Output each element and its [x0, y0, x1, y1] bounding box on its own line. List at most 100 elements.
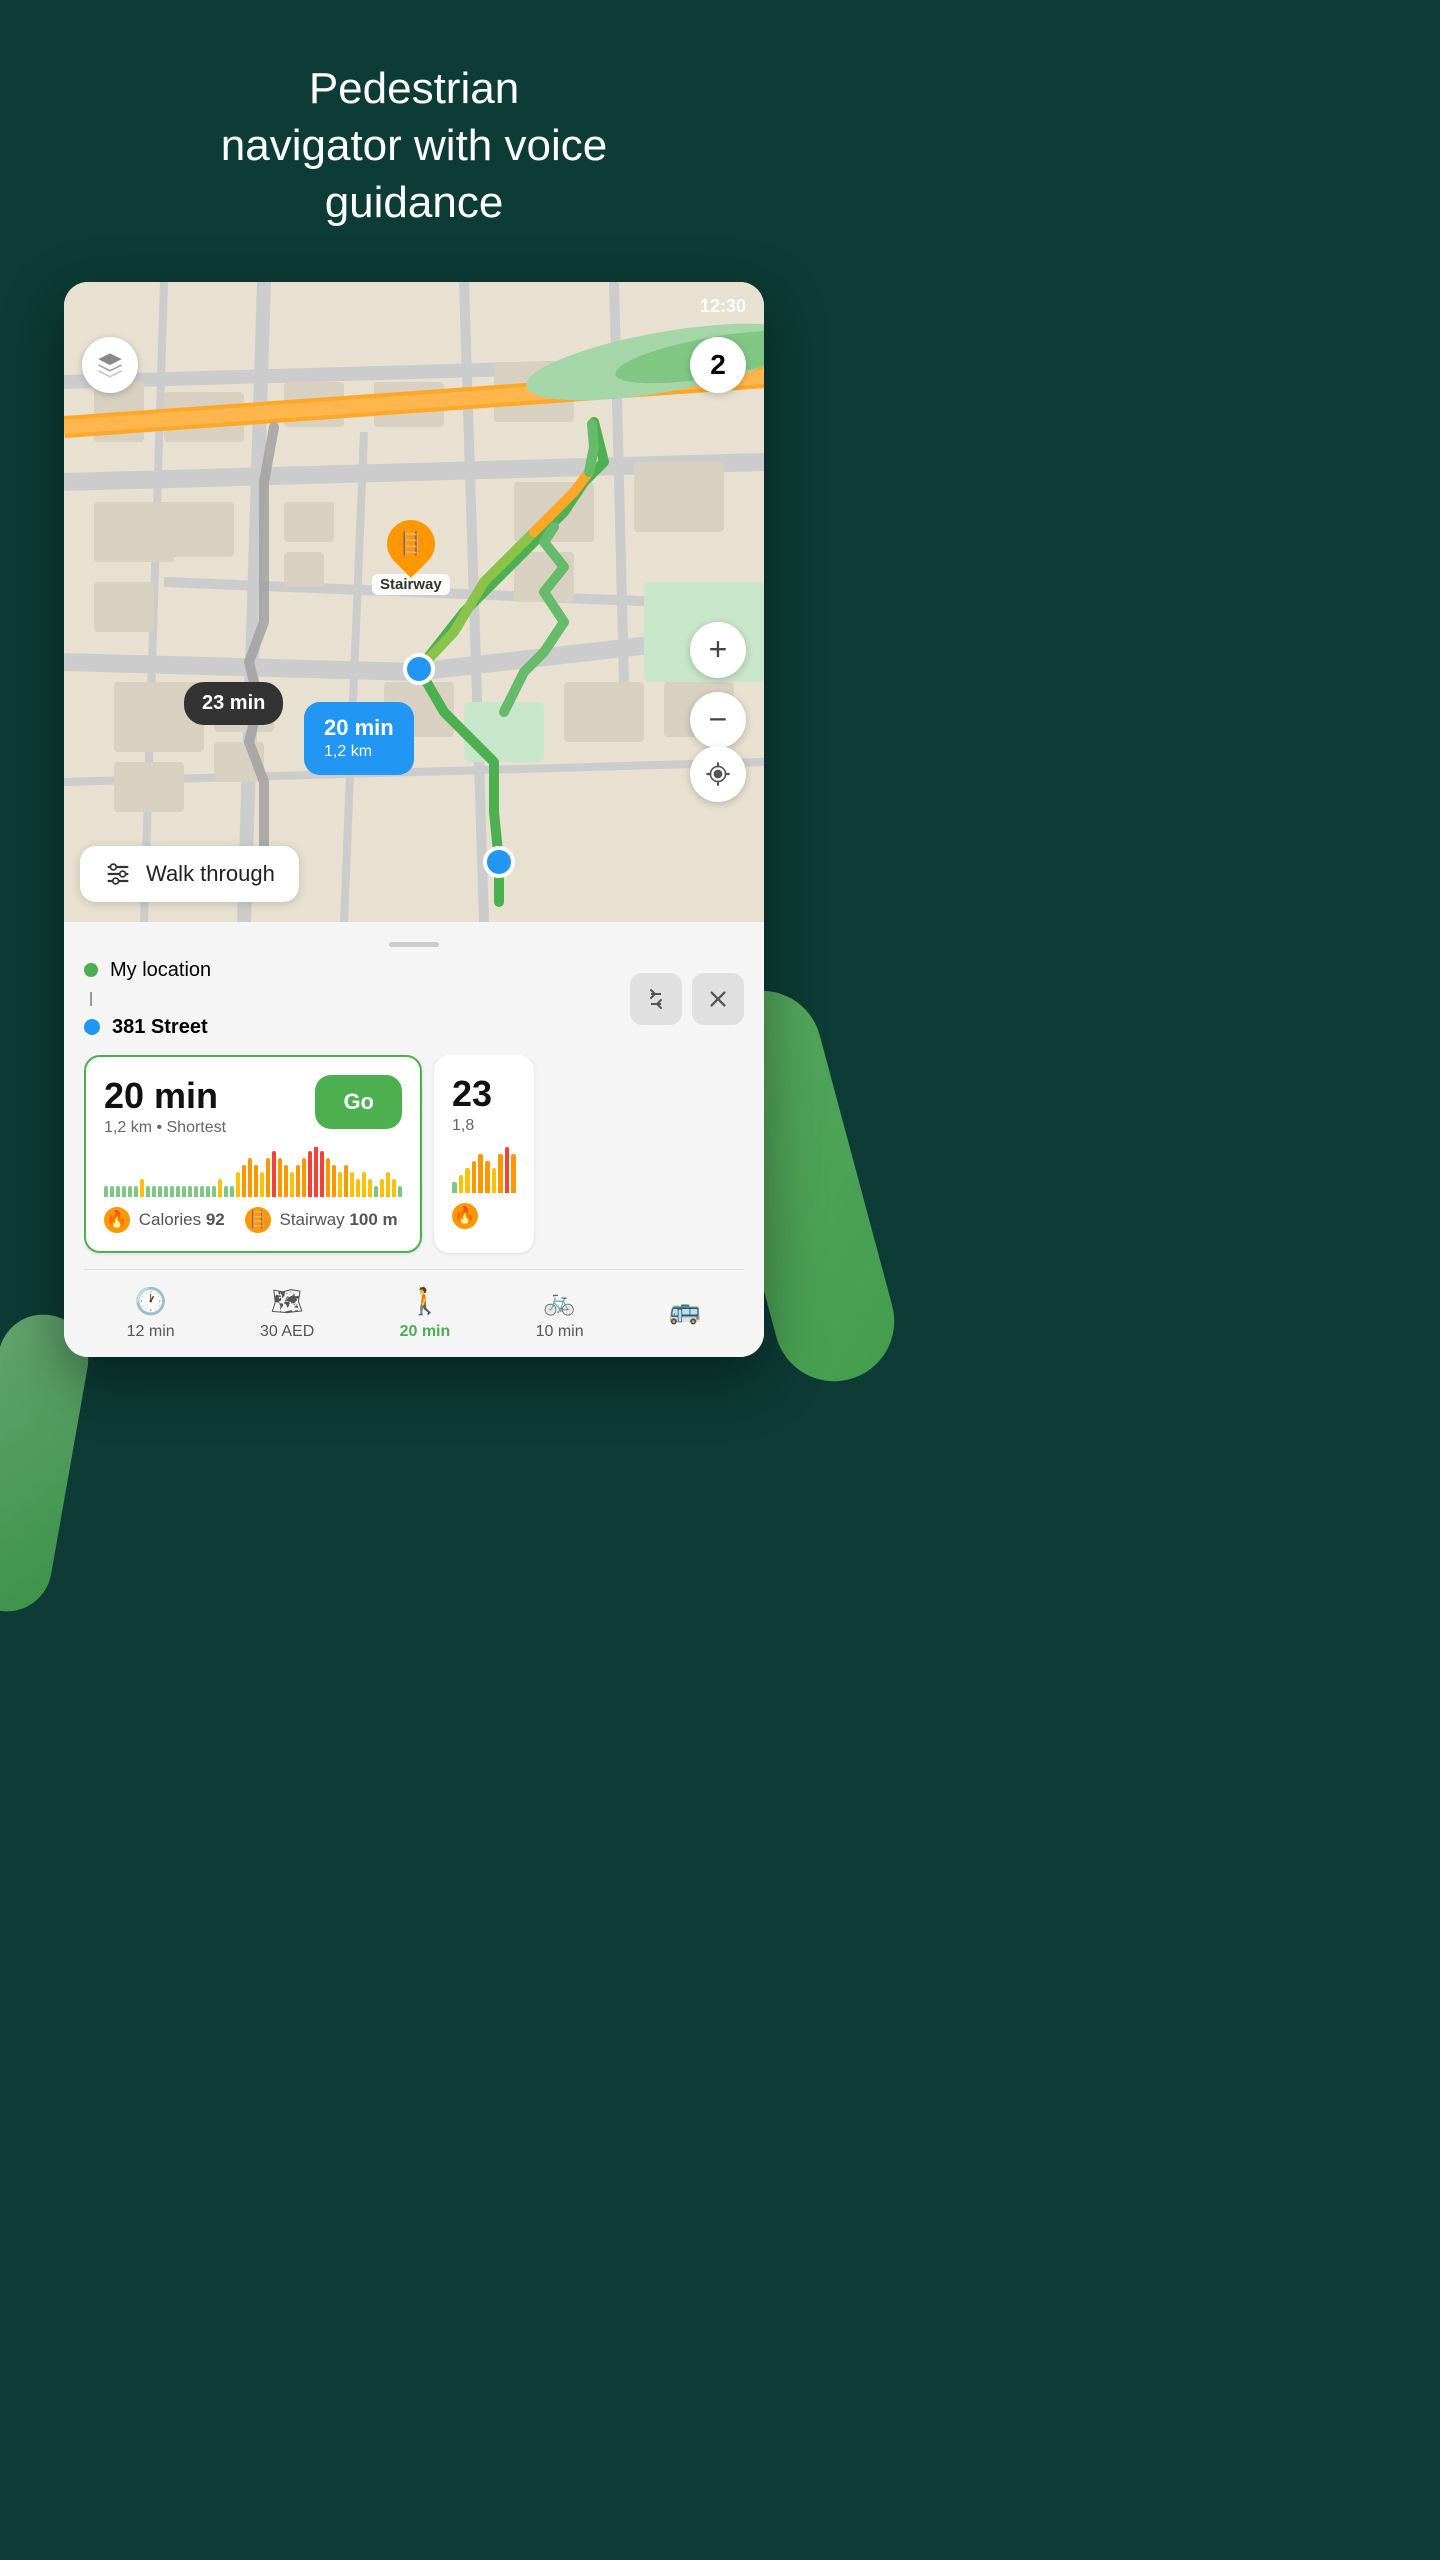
route-cards: 20 min 1,2 km • Shortest Go 🔥 Calories 9… [84, 1055, 744, 1269]
elevation-bar [344, 1165, 348, 1197]
elevation-bar [224, 1186, 228, 1197]
calories-value: 92 [206, 1210, 225, 1229]
elevation-bar [248, 1158, 252, 1197]
card-1-info: 20 min 1,2 km • Shortest [104, 1075, 226, 1137]
nav-time-label: 12 min [127, 1323, 175, 1341]
to-label: 381 Street [112, 1016, 208, 1039]
map-area: 12:30 2 + − 🪜 St [64, 282, 764, 922]
elevation-bar [350, 1172, 354, 1197]
elevation-chart-2 [452, 1143, 516, 1193]
elevation-bar [140, 1179, 144, 1197]
elevation-bar [374, 1186, 378, 1197]
stairway-footer-icon: 🪜 [245, 1207, 271, 1233]
elevation-chart-1 [104, 1147, 402, 1197]
zoom-plus-button[interactable]: + [690, 622, 746, 678]
time-bubble-dist: 1,2 km [324, 742, 394, 763]
stairway-entry: 🪜 Stairway 100 m [245, 1207, 398, 1233]
walk-through-button[interactable]: Walk through [80, 846, 299, 902]
bottom-navigation: 🕐 12 min 🗺 30 AED 🚶 20 min 🚲 10 min 🚌 [84, 1269, 744, 1357]
route-card-2[interactable]: 23 1,8 🔥 [434, 1055, 534, 1253]
elevation-bar [459, 1175, 464, 1193]
elevation-bar [465, 1168, 470, 1193]
stairway-marker[interactable]: 🪜 Stairway [372, 520, 450, 595]
elevation-bar [242, 1165, 246, 1197]
elevation-bar [254, 1165, 258, 1197]
elevation-bar [398, 1186, 402, 1197]
elevation-bar [146, 1186, 150, 1197]
elevation-bar [478, 1154, 483, 1193]
elevation-bar [194, 1186, 198, 1197]
elevation-bar [158, 1186, 162, 1197]
elevation-bar [206, 1186, 210, 1197]
elevation-bar [272, 1151, 276, 1197]
elevation-bar [116, 1186, 120, 1197]
nav-bike-label: 10 min [536, 1323, 584, 1341]
stairway-footer-label: Stairway [279, 1210, 344, 1229]
card-2-time: 23 [452, 1073, 516, 1115]
elevation-bar [368, 1179, 372, 1197]
go-button[interactable]: Go [315, 1075, 402, 1129]
close-button[interactable] [692, 973, 744, 1025]
elevation-bar [511, 1154, 516, 1193]
layers-icon [96, 351, 124, 379]
route-connector [90, 992, 92, 1006]
elevation-bar [134, 1186, 138, 1197]
drag-handle [389, 942, 439, 947]
map-time: 12:30 [700, 296, 746, 317]
step-counter: 2 [690, 337, 746, 393]
elevation-bar [320, 1151, 324, 1197]
elevation-bar [308, 1151, 312, 1197]
walk-through-label: Walk through [146, 861, 275, 887]
elevation-bar [230, 1186, 234, 1197]
elevation-bar [188, 1186, 192, 1197]
swap-button[interactable] [630, 973, 682, 1025]
calories-label: Calories [139, 1210, 201, 1229]
elevation-bar [236, 1172, 240, 1197]
to-dot [84, 1019, 100, 1035]
elevation-bar [164, 1186, 168, 1197]
clock-icon: 🕐 [134, 1286, 166, 1317]
layer-button[interactable] [82, 337, 138, 393]
nav-bus[interactable]: 🚌 [669, 1295, 701, 1332]
nav-taxi-label: 30 AED [260, 1323, 314, 1341]
phone-mockup: 12:30 2 + − 🪜 St [64, 282, 764, 1357]
bike-icon: 🚲 [543, 1286, 575, 1317]
elevation-bar [170, 1186, 174, 1197]
from-label: My location [110, 959, 211, 982]
stairway-footer-dist: 100 m [349, 1210, 397, 1229]
calories-icon: 🔥 [104, 1207, 130, 1233]
bus-icon: 🚌 [669, 1295, 701, 1326]
elevation-bar [472, 1161, 477, 1193]
route-header: My location 381 Street [84, 959, 744, 1039]
nav-taxi[interactable]: 🗺 30 AED [260, 1286, 314, 1341]
elevation-bar [284, 1165, 288, 1197]
card-1-sub: 1,2 km • Shortest [104, 1119, 226, 1137]
from-dot [84, 963, 98, 977]
elevation-bar [362, 1172, 366, 1197]
elevation-bar [200, 1186, 204, 1197]
elevation-bar [386, 1172, 390, 1197]
bottom-panel: My location 381 Street [64, 922, 764, 1357]
elevation-bar [212, 1186, 216, 1197]
elevation-bar [356, 1179, 360, 1197]
stairway-icon: 🪜 [397, 531, 424, 557]
time-bubble-blue: 20 min 1,2 km [304, 702, 414, 775]
nav-time[interactable]: 🕐 12 min [127, 1286, 175, 1341]
calories-icon-2: 🔥 [452, 1203, 478, 1229]
card-1-time: 20 min [104, 1075, 226, 1117]
elevation-bar [452, 1182, 457, 1193]
elevation-bar [266, 1158, 270, 1197]
elevation-bar [492, 1168, 497, 1193]
time-bubble-dark: 23 min [184, 682, 283, 725]
location-button[interactable] [690, 746, 746, 802]
elevation-bar [392, 1179, 396, 1197]
location-icon [705, 761, 731, 787]
card-2-sub: 1,8 [452, 1117, 516, 1135]
route-to: 381 Street [84, 1016, 630, 1039]
nav-bike[interactable]: 🚲 10 min [536, 1286, 584, 1341]
nav-walk[interactable]: 🚶 20 min [400, 1286, 451, 1341]
elevation-bar [260, 1172, 264, 1197]
calories-entry: 🔥 Calories 92 [104, 1207, 225, 1233]
zoom-minus-button[interactable]: − [690, 692, 746, 748]
route-card-1[interactable]: 20 min 1,2 km • Shortest Go 🔥 Calories 9… [84, 1055, 422, 1253]
